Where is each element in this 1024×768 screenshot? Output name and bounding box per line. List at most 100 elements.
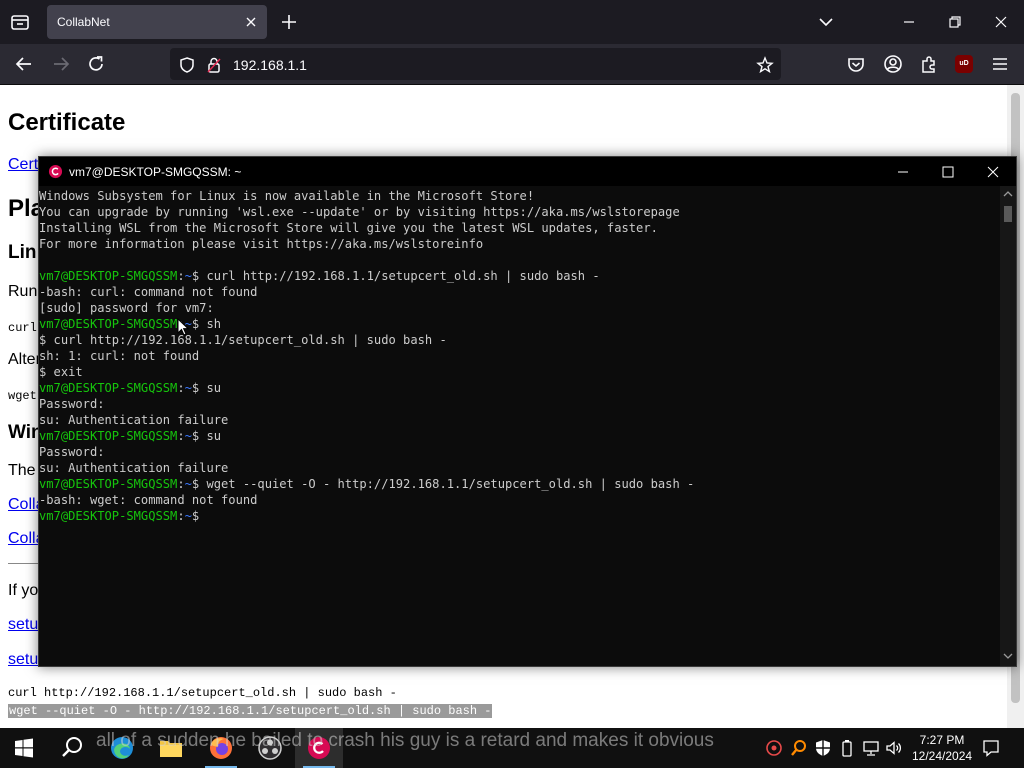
debian-swirl-icon bbox=[48, 164, 63, 179]
terminal-line: $ exit bbox=[39, 365, 83, 379]
reload-icon[interactable] bbox=[86, 54, 106, 74]
command-text: $ wget --quiet -O - http://192.168.1.1/s… bbox=[191, 477, 695, 491]
windows-instructions: The bbox=[8, 462, 36, 479]
mouse-cursor-icon bbox=[177, 318, 189, 336]
curl-command-code[interactable]: curl http://192.168.1.1/setupcert_old.sh… bbox=[8, 686, 397, 700]
terminal-line: Password: bbox=[39, 397, 105, 411]
edge-browser-icon[interactable] bbox=[98, 728, 146, 768]
obs-studio-icon[interactable] bbox=[246, 728, 294, 768]
close-window-icon[interactable] bbox=[991, 12, 1011, 32]
wget-code-snippet: wget bbox=[8, 389, 37, 403]
prompt-user-host: vm7@DESKTOP-SMGQSSM bbox=[39, 317, 178, 331]
terminal-line: vm7@DESKTOP-SMGQSSM:~$ wget --quiet -O -… bbox=[39, 477, 695, 491]
if-instructions: If yo bbox=[8, 582, 39, 599]
windows-taskbar: all of a sudden he bailed to crash his g… bbox=[0, 728, 1024, 768]
curl-code-snippet: curl bbox=[8, 321, 37, 335]
terminal-line: sh: 1: curl: not found bbox=[39, 349, 200, 363]
screen: CollabNet 192.168.1.1 uD Certificate Cer… bbox=[0, 0, 1024, 768]
terminal-line: You can upgrade by running 'wsl.exe --up… bbox=[39, 205, 680, 219]
terminal-line: su: Authentication failure bbox=[39, 413, 229, 427]
lock-icon[interactable] bbox=[205, 56, 223, 74]
command-text: $ sh bbox=[191, 317, 222, 331]
terminal-close-icon[interactable] bbox=[970, 157, 1016, 186]
prompt-user-host: vm7@DESKTOP-SMGQSSM bbox=[39, 477, 178, 491]
terminal-title: vm7@DESKTOP-SMGQSSM: ~ bbox=[69, 165, 242, 179]
command-text: $ su bbox=[191, 381, 222, 395]
wget-command-code-selected[interactable]: wget --quiet -O - http://192.168.1.1/set… bbox=[8, 704, 493, 718]
command-text: $ curl http://192.168.1.1/setupcert_old.… bbox=[191, 269, 600, 283]
chevron-down-icon[interactable] bbox=[816, 12, 836, 32]
shield-icon[interactable] bbox=[178, 56, 196, 74]
network-icon[interactable] bbox=[862, 738, 880, 758]
prompt-user-host: vm7@DESKTOP-SMGQSSM bbox=[39, 509, 178, 523]
terminal-line: vm7@DESKTOP-SMGQSSM:~$ su bbox=[39, 429, 222, 443]
account-icon[interactable] bbox=[883, 54, 903, 74]
prompt-user-host: vm7@DESKTOP-SMGQSSM bbox=[39, 381, 178, 395]
search-icon[interactable] bbox=[48, 728, 96, 768]
extensions-icon[interactable] bbox=[919, 54, 939, 74]
terminal-line: For more information please visit https:… bbox=[39, 237, 484, 251]
minimize-icon[interactable] bbox=[899, 12, 919, 32]
browser-tab[interactable]: CollabNet bbox=[47, 5, 267, 39]
terminal-line: [sudo] password for vm7: bbox=[39, 301, 214, 315]
scroll-up-arrow-icon[interactable] bbox=[1003, 190, 1013, 198]
file-explorer-icon[interactable] bbox=[147, 728, 195, 768]
clock-date: 12/24/2024 bbox=[912, 749, 973, 763]
prompt-user-host: vm7@DESKTOP-SMGQSSM bbox=[39, 429, 178, 443]
pocket-icon[interactable] bbox=[846, 54, 866, 74]
terminal-window[interactable]: vm7@DESKTOP-SMGQSSM: ~ Windows Subsystem… bbox=[38, 156, 1017, 667]
prompt-user-host: vm7@DESKTOP-SMGQSSM bbox=[39, 269, 178, 283]
restore-icon[interactable] bbox=[945, 12, 965, 32]
tab-list-icon[interactable] bbox=[8, 10, 32, 34]
browser-nav-bar: 192.168.1.1 uD bbox=[0, 44, 1024, 85]
scroll-down-arrow-icon[interactable] bbox=[1003, 652, 1013, 660]
terminal-line: vm7@DESKTOP-SMGQSSM:~$ curl http://192.1… bbox=[39, 269, 600, 283]
certificate-link[interactable]: Certi bbox=[8, 156, 42, 174]
terminal-scrollbar[interactable] bbox=[1000, 186, 1016, 666]
command-text: $ su bbox=[191, 429, 222, 443]
terminal-title-bar[interactable]: vm7@DESKTOP-SMGQSSM: ~ bbox=[39, 157, 1016, 186]
screen-capture-tray-icon[interactable] bbox=[765, 738, 783, 758]
setupcert-link-1[interactable]: setu bbox=[8, 616, 38, 634]
volume-icon[interactable] bbox=[885, 738, 903, 758]
url-text: 192.168.1.1 bbox=[233, 57, 307, 73]
terminal-scrollbar-thumb[interactable] bbox=[1004, 206, 1012, 222]
tab-title: CollabNet bbox=[57, 15, 110, 29]
system-clock[interactable]: 7:27 PM 12/24/2024 bbox=[912, 732, 972, 764]
terminal-line: Password: bbox=[39, 445, 105, 459]
windows-start-icon[interactable] bbox=[0, 728, 48, 768]
ublock-origin-icon[interactable]: uD bbox=[955, 55, 973, 73]
clock-time: 7:27 PM bbox=[919, 733, 965, 747]
notifications-icon[interactable] bbox=[982, 738, 1000, 758]
terminal-line: vm7@DESKTOP-SMGQSSM:~$ su bbox=[39, 381, 222, 395]
terminal-line: vm7@DESKTOP-SMGQSSM:~$ bbox=[39, 509, 207, 523]
linux-heading: Lin bbox=[8, 242, 37, 263]
terminal-line: -bash: curl: command not found bbox=[39, 285, 258, 299]
prompt-path: ~ bbox=[184, 509, 192, 523]
browser-tab-bar: CollabNet bbox=[0, 0, 1024, 44]
command-text: $ bbox=[191, 509, 207, 523]
search-tool-tray-icon[interactable] bbox=[790, 738, 808, 758]
forward-icon[interactable] bbox=[51, 54, 71, 74]
terminal-line: Windows Subsystem for Linux is now avail… bbox=[39, 189, 535, 203]
firefox-icon[interactable] bbox=[197, 728, 245, 768]
debian-terminal-taskbar-button[interactable] bbox=[295, 728, 343, 768]
terminal-output[interactable]: Windows Subsystem for Linux is now avail… bbox=[39, 186, 1000, 666]
battery-icon[interactable] bbox=[838, 738, 856, 758]
terminal-line: su: Authentication failure bbox=[39, 461, 229, 475]
terminal-line: -bash: wget: command not found bbox=[39, 493, 258, 507]
terminal-minimize-icon[interactable] bbox=[880, 157, 926, 186]
menu-hamburger-icon[interactable] bbox=[990, 54, 1010, 74]
new-tab-icon[interactable] bbox=[280, 13, 298, 31]
setupcert-link-2[interactable]: setu bbox=[8, 651, 38, 669]
run-instructions: Run bbox=[8, 283, 38, 300]
back-icon[interactable] bbox=[14, 54, 34, 74]
terminal-maximize-icon[interactable] bbox=[925, 157, 971, 186]
prompt-path: ~ bbox=[184, 477, 192, 491]
url-bar[interactable]: 192.168.1.1 bbox=[170, 48, 781, 80]
bookmark-star-icon[interactable] bbox=[756, 56, 774, 74]
close-tab-icon[interactable] bbox=[243, 14, 259, 30]
terminal-line: Installing WSL from the Microsoft Store … bbox=[39, 221, 658, 235]
security-shield-tray-icon[interactable] bbox=[814, 738, 832, 758]
